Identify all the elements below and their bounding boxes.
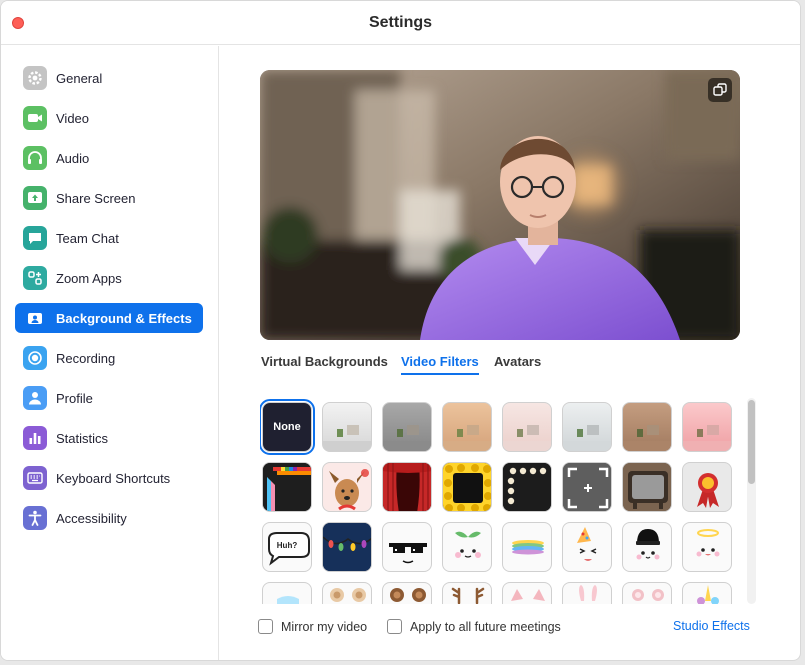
filter-tile-light-gray-room[interactable] [322, 402, 372, 452]
filter-tile-warm-tan-room[interactable] [442, 402, 492, 452]
filter-tile-rose-room[interactable] [682, 402, 732, 452]
video-preview [260, 70, 740, 340]
filter-tile-party-hat-face[interactable] [562, 522, 612, 572]
gear-icon [23, 66, 47, 90]
sidebar-item-label: Share Screen [56, 190, 136, 206]
sidebar-item-audio[interactable]: Audio [15, 143, 203, 173]
filter-tile-reindeer-antlers[interactable] [442, 582, 492, 604]
portrait-icon [23, 306, 47, 330]
filter-tile-theater-curtains[interactable] [382, 462, 432, 512]
scrollbar-thumb[interactable] [748, 400, 755, 484]
settings-window: Settings General Video Audio Share Scree… [0, 0, 801, 661]
title-bar: Settings [1, 1, 800, 45]
share-screen-icon [23, 186, 47, 210]
sidebar-item-share-screen[interactable]: Share Screen [15, 183, 203, 213]
sidebar-item-recording[interactable]: Recording [15, 343, 203, 373]
filter-tile-pig-ears[interactable] [502, 582, 552, 604]
sidebar-item-accessibility[interactable]: Accessibility [15, 503, 203, 533]
filter-tile-bear-ears[interactable] [322, 582, 372, 604]
apply-future-meetings-checkbox[interactable] [387, 619, 402, 634]
sidebar-item-label: Audio [56, 150, 90, 166]
sidebar-item-label: Keyboard Shortcuts [56, 470, 171, 486]
video-camera-icon [23, 106, 47, 130]
sidebar-item-label: Accessibility [56, 510, 127, 526]
background-effects-panel: Virtual Backgrounds Video Filters Avatar… [220, 46, 800, 660]
sidebar-item-label: General [56, 70, 103, 86]
settings-sidebar: General Video Audio Share Screen Team Ch… [1, 46, 219, 660]
filter-tile-retro-tv[interactable] [622, 462, 672, 512]
sidebar-item-label: Zoom Apps [56, 270, 122, 286]
sidebar-item-label: Profile [56, 390, 93, 406]
filter-tile-huh-bubble[interactable]: Huh? [262, 522, 312, 572]
filter-tile-dog-reindeer[interactable] [322, 462, 372, 512]
studio-effects-link[interactable]: Studio Effects [673, 619, 750, 633]
filter-tile-cat-ears[interactable] [622, 582, 672, 604]
filter-tile-rainbow-halo[interactable] [502, 522, 552, 572]
accessibility-icon [23, 506, 47, 530]
tab-video-filters[interactable]: Video Filters [401, 354, 479, 375]
sidebar-item-label: Team Chat [56, 230, 119, 246]
tab-virtual-backgrounds[interactable]: Virtual Backgrounds [261, 354, 388, 373]
filter-tile-ribbon-badge[interactable] [682, 462, 732, 512]
person-icon [23, 386, 47, 410]
huh-bubble-text: Huh? [276, 541, 298, 550]
filter-tile-lightbulb-frame[interactable] [502, 462, 552, 512]
mirror-video-label: Mirror my video [281, 619, 368, 634]
sidebar-item-video[interactable]: Video [15, 103, 203, 133]
filter-tile-unicorn-horn[interactable] [682, 582, 732, 604]
keyboard-icon [23, 466, 47, 490]
mirror-video-option[interactable]: Mirror my video [258, 619, 367, 634]
filter-tile-brown-room[interactable] [622, 402, 672, 452]
filter-tile-cool-light-room[interactable] [562, 402, 612, 452]
apply-future-meetings-option[interactable]: Apply to all future meetings [387, 619, 561, 634]
rotate-camera-icon[interactable] [708, 78, 732, 102]
mirror-video-checkbox[interactable] [258, 619, 273, 634]
filter-tile-focus-frame[interactable] [562, 462, 612, 512]
bar-chart-icon [23, 426, 47, 450]
chat-bubble-icon [23, 226, 47, 250]
filter-tile-none[interactable]: None [260, 399, 315, 455]
filter-tile-face-mask[interactable] [262, 582, 312, 604]
record-icon [23, 346, 47, 370]
filter-tile-string-lights[interactable] [322, 522, 372, 572]
filter-tile-sprout-face[interactable] [442, 522, 492, 572]
filter-tile-bunny-ears[interactable] [562, 582, 612, 604]
filter-tile-brown-bear-ears[interactable] [382, 582, 432, 604]
filter-tile-beanie-face[interactable] [622, 522, 672, 572]
filter-tile-pink-light-room[interactable] [502, 402, 552, 452]
camera-feed-image [260, 70, 740, 340]
filter-tile-emoji-frame[interactable] [442, 462, 492, 512]
video-filter-grid: None Huh? [260, 398, 752, 604]
sidebar-item-background-effects[interactable]: Background & Effects [15, 303, 203, 333]
filter-tile-gray-room[interactable] [382, 402, 432, 452]
sidebar-item-team-chat[interactable]: Team Chat [15, 223, 203, 253]
filter-tile-pride-frame[interactable] [262, 462, 312, 512]
filter-tile-angel-halo-face[interactable] [682, 522, 732, 572]
filter-tile-pixel-sunglasses[interactable] [382, 522, 432, 572]
window-title: Settings [368, 14, 433, 31]
filter-grid-scrollbar[interactable] [747, 398, 756, 604]
sidebar-item-label: Video [56, 110, 90, 126]
sidebar-item-general[interactable]: General [15, 63, 203, 93]
sidebar-item-label: Statistics [56, 430, 109, 446]
sidebar-item-zoom-apps[interactable]: Zoom Apps [15, 263, 203, 293]
sidebar-item-label: Recording [56, 350, 116, 366]
headphones-icon [23, 146, 47, 170]
sidebar-item-keyboard-shortcuts[interactable]: Keyboard Shortcuts [15, 463, 203, 493]
tab-avatars[interactable]: Avatars [494, 354, 541, 373]
apps-icon [23, 266, 47, 290]
sidebar-item-label: Background & Effects [56, 310, 192, 326]
apply-future-meetings-label: Apply to all future meetings [410, 619, 561, 634]
sidebar-item-profile[interactable]: Profile [15, 383, 203, 413]
sidebar-item-statistics[interactable]: Statistics [15, 423, 203, 453]
